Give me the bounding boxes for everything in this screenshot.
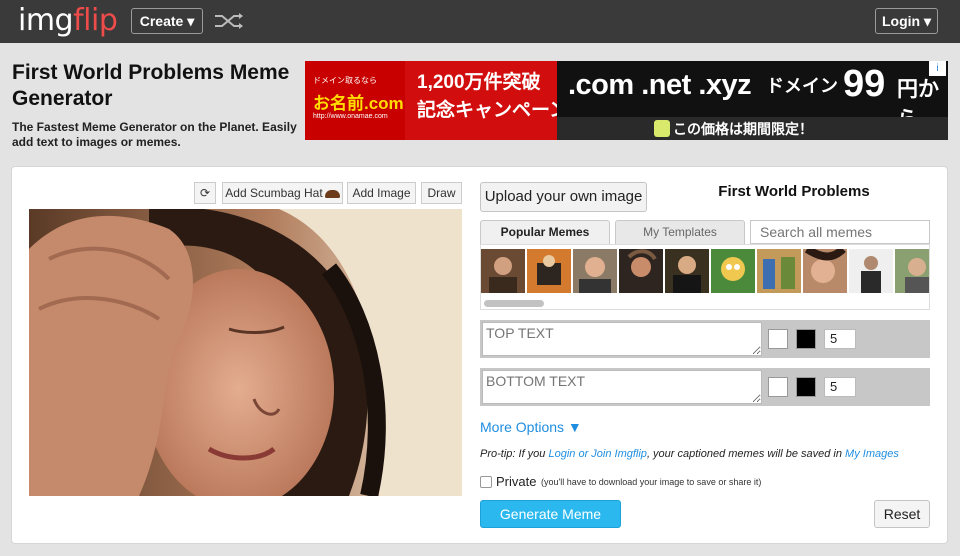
private-checkbox[interactable] bbox=[480, 476, 492, 488]
bottom-text-input[interactable] bbox=[482, 370, 762, 404]
meme-thumb-10[interactable] bbox=[895, 249, 930, 293]
more-options-link[interactable]: More Options ▼ bbox=[480, 419, 582, 435]
add-image-button[interactable]: Add Image bbox=[347, 182, 416, 204]
meme-thumb-7[interactable] bbox=[757, 249, 801, 293]
hat-icon bbox=[324, 189, 340, 198]
popular-memes-strip[interactable] bbox=[480, 244, 930, 310]
meme-thumb-1[interactable] bbox=[481, 249, 525, 293]
ad-small-text: ドメイン取るなら bbox=[313, 76, 377, 85]
thumb-strip-scrollbar[interactable] bbox=[484, 300, 544, 307]
top-text-fill-color[interactable] bbox=[796, 329, 816, 349]
ad-headline-1: 1,200万件突破 bbox=[417, 72, 541, 93]
private-note: (you'll have to download your image to s… bbox=[541, 477, 762, 487]
meme-thumb-4[interactable] bbox=[619, 249, 663, 293]
scumbag-hat-label: Add Scumbag Hat bbox=[225, 186, 323, 200]
add-scumbag-hat-button[interactable]: Add Scumbag Hat bbox=[222, 182, 343, 204]
bottom-text-size-input[interactable]: 5 bbox=[824, 377, 856, 397]
ad-headline-2: 記念キャンペーン bbox=[417, 100, 569, 121]
ad-banner[interactable]: ドメイン取るなら お名前.com http://www.onamae.com 1… bbox=[305, 61, 948, 140]
my-images-link[interactable]: My Images bbox=[845, 448, 899, 460]
ad-limited-text: この価格は期間限定！ bbox=[673, 121, 813, 137]
ad-brand-logo: お名前.com bbox=[313, 94, 404, 113]
meme-thumb-9[interactable] bbox=[849, 249, 893, 293]
ad-price-number: 99 bbox=[843, 63, 886, 105]
logo-flip-text: flip bbox=[73, 3, 118, 38]
bottom-text-fill-color[interactable] bbox=[796, 377, 816, 397]
bottom-text-outline-color[interactable] bbox=[768, 377, 788, 397]
rotate-button[interactable]: ⟳ bbox=[194, 182, 216, 204]
current-meme-name: First World Problems bbox=[718, 183, 870, 200]
login-menu-button[interactable]: Login ▾ bbox=[875, 8, 938, 34]
meme-thumb-2[interactable] bbox=[527, 249, 571, 293]
protip-middle: , your captioned memes will be saved in bbox=[646, 448, 846, 460]
reset-button[interactable]: Reset bbox=[874, 500, 930, 528]
top-text-size-input[interactable]: 5 bbox=[824, 329, 856, 349]
top-text-outline-color[interactable] bbox=[768, 329, 788, 349]
ad-url-text: http://www.onamae.com bbox=[313, 113, 388, 120]
rotate-icon: ⟳ bbox=[199, 186, 211, 200]
shuffle-icon[interactable] bbox=[213, 11, 245, 31]
login-join-link[interactable]: Login or Join Imgflip bbox=[548, 448, 646, 460]
meme-thumb-6[interactable] bbox=[711, 249, 755, 293]
private-label: Private bbox=[496, 474, 537, 489]
clover-icon bbox=[654, 120, 670, 137]
top-text-row: 5 bbox=[480, 320, 930, 358]
logo-img-text: img bbox=[18, 3, 74, 38]
page-title: First World Problems Meme Generator bbox=[12, 61, 290, 110]
ad-domains-text: .com .net .xyz bbox=[568, 69, 752, 101]
top-text-input[interactable] bbox=[482, 322, 762, 356]
page-tagline: The Fastest Meme Generator on the Planet… bbox=[12, 120, 297, 149]
top-nav-bar: imgflip Create ▾ Login ▾ bbox=[0, 0, 960, 43]
meme-search-input[interactable] bbox=[750, 220, 930, 244]
meme-thumb-8[interactable] bbox=[803, 249, 847, 293]
tab-my-templates[interactable]: My Templates bbox=[615, 220, 745, 244]
protip-prefix: Pro-tip: If you bbox=[480, 448, 549, 460]
draw-button[interactable]: Draw bbox=[421, 182, 462, 204]
protip-text: Pro-tip: If you Login or Join Imgflip, y… bbox=[480, 448, 899, 460]
tab-popular-memes[interactable]: Popular Memes bbox=[480, 220, 610, 244]
ad-info-icon[interactable]: i bbox=[929, 61, 946, 76]
generate-meme-button[interactable]: Generate Meme bbox=[480, 500, 621, 528]
create-menu-button[interactable]: Create ▾ bbox=[131, 8, 203, 34]
imgflip-logo[interactable]: imgflip bbox=[18, 3, 118, 38]
ad-price-label: ドメイン bbox=[766, 76, 838, 96]
meme-thumb-5[interactable] bbox=[665, 249, 709, 293]
upload-image-button[interactable]: Upload your own image bbox=[480, 182, 647, 212]
bottom-text-row: 5 bbox=[480, 368, 930, 406]
meme-image[interactable] bbox=[29, 209, 462, 496]
meme-thumb-3[interactable] bbox=[573, 249, 617, 293]
